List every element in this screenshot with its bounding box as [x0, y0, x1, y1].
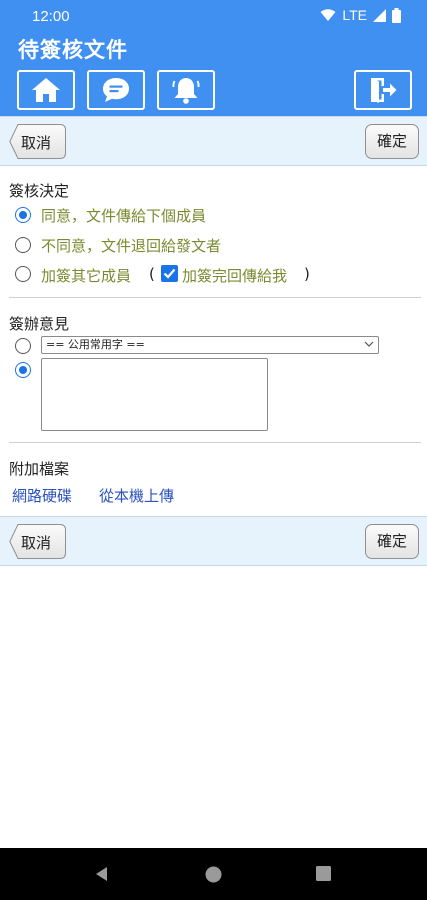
add-signer-radio[interactable] — [15, 266, 31, 282]
home-icon — [31, 77, 61, 103]
logout-icon — [368, 76, 398, 104]
confirm-button[interactable]: 確定 — [365, 124, 419, 159]
divider — [9, 442, 421, 443]
add-signer-label[interactable]: 加簽其它成員 — [41, 265, 131, 286]
cancel-button[interactable]: 取消 — [9, 124, 66, 159]
home-nav-icon[interactable] — [205, 866, 222, 887]
network-drive-link[interactable]: 網路硬碟 — [12, 485, 72, 506]
status-icons: LTE — [320, 7, 401, 23]
opinion-title: 簽辦意見 — [9, 315, 70, 333]
local-upload-link[interactable]: 從本機上傳 — [99, 485, 174, 506]
wifi-icon — [320, 8, 336, 22]
battery-icon — [392, 7, 401, 23]
status-time: 12:00 — [32, 8, 70, 25]
recents-icon[interactable] — [316, 866, 331, 885]
top-action-bar: 取消 確定 — [0, 116, 427, 166]
divider — [9, 297, 421, 298]
cancel-label: 取消 — [21, 134, 52, 152]
bottom-action-bar: 取消 確定 — [0, 516, 427, 566]
home-button[interactable] — [17, 70, 75, 110]
return-to-me-checkbox[interactable] — [161, 265, 178, 282]
return-to-me-label[interactable]: 加簽完回傳給我 — [182, 265, 287, 286]
opinion-textarea[interactable] — [41, 358, 268, 431]
confirm-button[interactable]: 確定 — [365, 524, 419, 559]
chat-icon — [101, 76, 131, 104]
disagree-label[interactable]: 不同意，文件退回給發文者 — [41, 235, 221, 256]
page-title: 待簽核文件 — [18, 38, 128, 62]
logout-button[interactable] — [354, 70, 412, 110]
attachments-title: 附加檔案 — [9, 460, 70, 478]
back-icon[interactable] — [94, 866, 110, 886]
disagree-radio[interactable] — [15, 237, 31, 253]
network-type: LTE — [342, 7, 367, 23]
agree-radio[interactable] — [15, 207, 31, 223]
chevron-down-icon — [364, 338, 374, 355]
paren-open: ( — [149, 265, 155, 283]
status-bar: 12:00 LTE — [0, 0, 427, 32]
chat-button[interactable] — [87, 70, 145, 110]
app-header: 待簽核文件 — [0, 32, 427, 116]
agree-label[interactable]: 同意，文件傳給下個成員 — [41, 205, 206, 226]
cancel-label: 取消 — [21, 534, 52, 552]
notifications-button[interactable] — [157, 70, 215, 110]
system-nav-bar — [0, 848, 427, 900]
common-phrase-radio[interactable] — [15, 338, 31, 354]
bell-icon — [171, 75, 201, 105]
common-phrase-select[interactable]: == 公用常用字 == — [41, 336, 379, 354]
signal-icon — [373, 8, 386, 22]
paren-close: ) — [304, 265, 310, 283]
cancel-button[interactable]: 取消 — [9, 524, 66, 559]
decision-title: 簽核決定 — [9, 182, 70, 200]
free-text-radio[interactable] — [15, 362, 31, 378]
common-phrase-value: == 公用常用字 == — [46, 338, 145, 351]
